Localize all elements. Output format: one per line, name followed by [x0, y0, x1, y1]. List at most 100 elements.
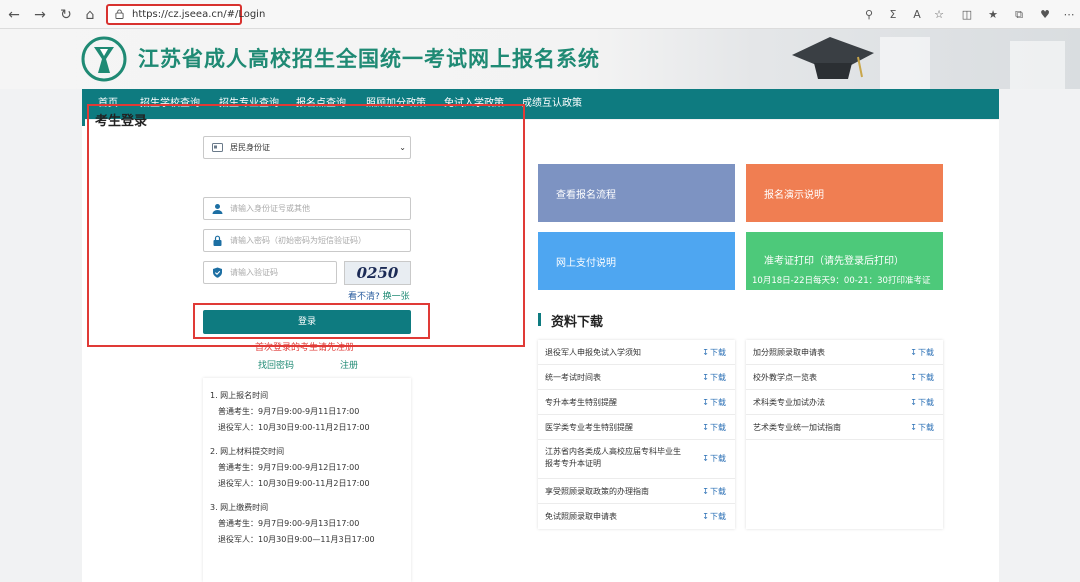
- login-button[interactable]: 登录: [203, 310, 411, 334]
- schedule-line: 退役军人：10月30日9:00-11月2日17:00: [218, 479, 370, 488]
- read-aloud-icon[interactable]: A: [908, 6, 926, 24]
- banner-building: [880, 37, 930, 89]
- download-icon: ↧: [702, 348, 709, 357]
- forward-arrow-icon[interactable]: →: [30, 5, 50, 25]
- download-row: 艺术类专业统一加试指南 ↧下载: [746, 415, 943, 440]
- find-password-link[interactable]: 找回密码: [258, 358, 294, 371]
- id-card-icon: [212, 143, 223, 152]
- tile-payment-guide[interactable]: 网上支付说明: [538, 232, 735, 290]
- download-icon: ↧: [702, 373, 709, 382]
- id-number-placeholder: 请输入身份证号或其他: [230, 204, 310, 213]
- download-row: 专升本考生特别提醒 ↧下载: [538, 390, 735, 415]
- tile-view-process[interactable]: 查看报名流程: [538, 164, 735, 222]
- download-icon: ↧: [702, 423, 709, 432]
- schedule-line: 普通考生：9月7日9:00-9月13日17:00: [218, 519, 360, 528]
- captcha-refresh-link[interactable]: 换一张: [383, 292, 410, 302]
- split-screen-icon[interactable]: ◫: [958, 6, 976, 24]
- tile-label: 报名演示说明: [764, 190, 824, 201]
- site-logo-icon: [81, 36, 127, 82]
- download-link[interactable]: ↧下载: [910, 397, 934, 408]
- download-icon: ↧: [702, 512, 709, 521]
- download-icon: ↧: [702, 398, 709, 407]
- reload-icon[interactable]: ↻: [56, 5, 76, 25]
- back-arrow-icon[interactable]: ←: [4, 5, 24, 25]
- favorites-icon[interactable]: ★: [984, 6, 1002, 24]
- schedule-line: 普通考生：9月7日9:00-9月12日17:00: [218, 463, 360, 472]
- download-label: 下载: [918, 348, 934, 357]
- password-input[interactable]: 请输入密码（初始密码为短信验证码）: [203, 229, 411, 252]
- address-bar[interactable]: https://cz.jseea.cn/#/Login: [106, 4, 265, 25]
- download-item-name: 艺术类专业统一加试指南: [753, 423, 841, 432]
- captcha-image[interactable]: 0250: [344, 261, 411, 285]
- download-link[interactable]: ↧下载: [702, 486, 726, 497]
- download-link[interactable]: ↧下载: [702, 372, 726, 383]
- download-row: 术科类专业加试办法 ↧下载: [746, 390, 943, 415]
- downloads-title-bar: [538, 313, 541, 326]
- download-icon: ↧: [702, 454, 709, 463]
- schedule-line: 退役军人：10月30日9:00-11月2日17:00: [218, 423, 370, 432]
- download-label: 下载: [710, 512, 726, 521]
- download-item-name: 术科类专业加试办法: [753, 398, 825, 407]
- download-row: 加分照顾录取申请表 ↧下载: [746, 340, 943, 365]
- download-label: 下载: [710, 373, 726, 382]
- download-item-name: 免试照顾录取申请表: [545, 512, 617, 521]
- site-title: 江苏省成人高校招生全国统一考试网上报名系统: [138, 47, 600, 71]
- tile-sublabel: 10月18日-22日每天9：00-21：30打印准考证: [752, 276, 931, 286]
- schedule-line: 普通考生：9月7日9:00-9月11日17:00: [218, 407, 360, 416]
- download-item-name: 医学类专业考生特别提醒: [545, 423, 633, 432]
- download-link[interactable]: ↧下载: [702, 453, 726, 464]
- register-link[interactable]: 注册: [340, 358, 358, 371]
- home-icon[interactable]: ⌂: [80, 5, 100, 25]
- lock-icon: [213, 235, 222, 246]
- downloads-list-left: 退役军人申报免试入学须知 ↧下载 统一考试时间表 ↧下载 专升本考生特别提醒 ↧…: [538, 340, 735, 529]
- id-number-input[interactable]: 请输入身份证号或其他: [203, 197, 411, 220]
- tile-label: 查看报名流程: [556, 190, 616, 201]
- user-icon: [212, 204, 223, 214]
- lock-icon: [115, 9, 124, 19]
- download-link[interactable]: ↧下载: [702, 347, 726, 358]
- download-item-name: 加分照顾录取申请表: [753, 348, 825, 357]
- download-label: 下载: [918, 423, 934, 432]
- download-link[interactable]: ↧下载: [702, 397, 726, 408]
- first-login-note: 首次登录的考生请先注册: [255, 343, 355, 353]
- extension-icon[interactable]: ♥: [1036, 6, 1054, 24]
- captcha-refresh-prefix: 看不清?: [348, 292, 380, 302]
- captcha-input[interactable]: 请输入验证码: [203, 261, 337, 284]
- more-menu-icon[interactable]: ⋯: [1060, 6, 1078, 24]
- tile-admission-ticket[interactable]: 准考证打印（请先登录后打印） 10月18日-22日每天9：00-21：30打印准…: [746, 232, 943, 290]
- favorite-star-icon[interactable]: ☆: [930, 6, 948, 24]
- download-label: 下载: [710, 423, 726, 432]
- nav-item-score-policy[interactable]: 成绩互认政策: [522, 89, 582, 119]
- download-row: 退役军人申报免试入学须知 ↧下载: [538, 340, 735, 365]
- download-icon: ↧: [910, 423, 917, 432]
- download-item-name: 统一考试时间表: [545, 373, 601, 382]
- id-type-value: 居民身份证: [230, 143, 270, 152]
- collections-icon[interactable]: ⧉: [1010, 6, 1028, 24]
- download-link[interactable]: ↧下载: [910, 347, 934, 358]
- tile-demo-guide[interactable]: 报名演示说明: [746, 164, 943, 222]
- download-item-name: 校外教学点一览表: [753, 373, 817, 382]
- download-link[interactable]: ↧下载: [910, 422, 934, 433]
- key-icon[interactable]: ⚲: [860, 6, 878, 24]
- download-label: 下载: [918, 398, 934, 407]
- banner-building: [1010, 41, 1065, 89]
- id-type-select[interactable]: 居民身份证 ⌄: [203, 136, 411, 159]
- captcha-refresh[interactable]: 看不清? 换一张: [348, 289, 410, 302]
- download-label: 下载: [710, 348, 726, 357]
- download-row: 免试照顾录取申请表 ↧下载: [538, 504, 735, 529]
- translate-icon[interactable]: Σ: [884, 6, 902, 24]
- captcha-placeholder: 请输入验证码: [230, 268, 278, 277]
- download-item-name: 专升本考生特别提醒: [545, 398, 617, 407]
- download-row: 医学类专业考生特别提醒 ↧下载: [538, 415, 735, 440]
- schedule-heading: 1. 网上报名时间: [210, 391, 269, 400]
- download-icon: ↧: [910, 373, 917, 382]
- download-item-name: 享受照顾录取政策的办理指南: [545, 487, 649, 496]
- download-link[interactable]: ↧下载: [702, 511, 726, 522]
- download-link[interactable]: ↧下载: [702, 422, 726, 433]
- download-row: 江苏省内各类成人高校应届专科毕业生报考专升本证明 ↧下载: [538, 440, 735, 479]
- download-row: 统一考试时间表 ↧下载: [538, 365, 735, 390]
- downloads-title: 资料下载: [551, 315, 604, 330]
- url-text: https://cz.jseea.cn/#/Login: [132, 9, 266, 20]
- download-link[interactable]: ↧下载: [910, 372, 934, 383]
- password-placeholder: 请输入密码（初始密码为短信验证码）: [230, 236, 366, 245]
